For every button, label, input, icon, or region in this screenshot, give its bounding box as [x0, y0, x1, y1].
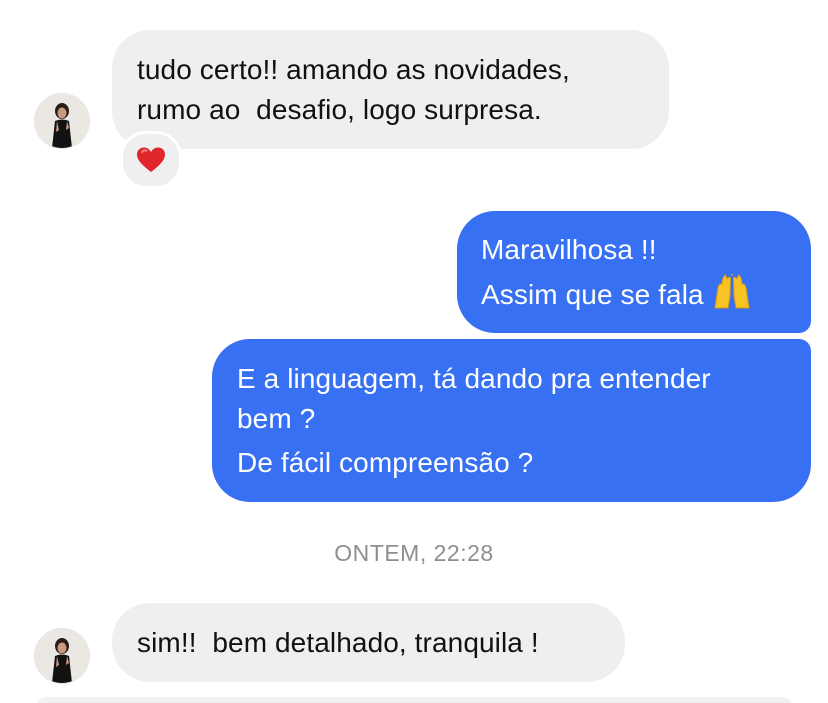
- message-bubble-outgoing[interactable]: E a linguagem, tá dando pra entender bem…: [212, 339, 811, 502]
- message-text: Assim que se fala: [481, 279, 704, 310]
- red-heart-icon: [137, 147, 165, 172]
- contact-avatar[interactable]: [34, 93, 90, 149]
- avatar-photo: [35, 94, 89, 148]
- message-bubble-outgoing[interactable]: Maravilhosa !! Assim que se fala: [457, 211, 811, 333]
- raising-hands-icon: [714, 274, 750, 309]
- message-line: tudo certo!! amando as novidades,: [137, 54, 570, 85]
- timestamp-divider: ONTEM, 22:28: [334, 540, 494, 566]
- message-bubble-incoming[interactable]: tudo certo!! amando as novidades, rumo a…: [112, 30, 669, 149]
- message-line: Assim que se fala: [481, 274, 811, 315]
- avatar-photo: [35, 629, 89, 683]
- message-line: sim!! bem detalhado, tranquila !: [137, 627, 539, 658]
- message-line: rumo ao desafio, logo surpresa.: [137, 94, 542, 125]
- contact-avatar[interactable]: [34, 628, 90, 684]
- next-message-edge: [36, 697, 792, 703]
- message-line: bem ?: [237, 403, 316, 434]
- message-line: E a linguagem, tá dando pra entender: [237, 363, 711, 394]
- chat-thread: tudo certo!! amando as novidades, rumo a…: [0, 0, 828, 703]
- message-line: De fácil compreensão ?: [237, 447, 534, 478]
- message-bubble-incoming[interactable]: sim!! bem detalhado, tranquila !: [112, 603, 625, 682]
- reaction-badge[interactable]: [120, 131, 182, 189]
- message-line: Maravilhosa !!: [481, 234, 657, 265]
